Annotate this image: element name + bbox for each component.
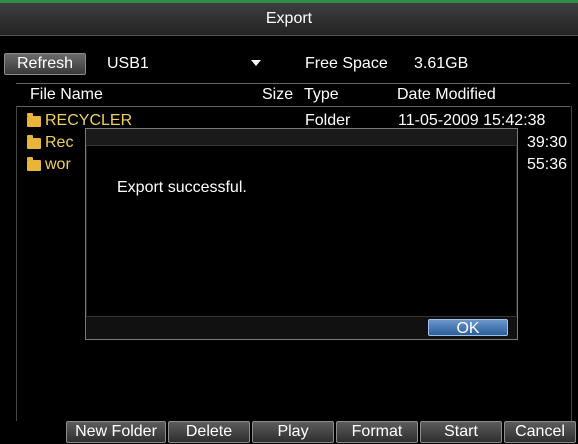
cancel-button[interactable]: Cancel bbox=[504, 421, 576, 443]
start-button[interactable]: Start bbox=[420, 421, 502, 443]
file-date: 39:30 bbox=[527, 134, 568, 151]
new-folder-button[interactable]: New Folder bbox=[66, 421, 166, 443]
column-header-date-modified[interactable]: Date Modified bbox=[397, 84, 496, 106]
folder-icon bbox=[27, 135, 41, 149]
dialog-footer: OK bbox=[86, 316, 517, 339]
export-window: Export Refresh USB1 Free Space 3.61GB Fi… bbox=[0, 0, 578, 443]
refresh-button[interactable]: Refresh bbox=[4, 53, 86, 75]
delete-button[interactable]: Delete bbox=[168, 421, 250, 443]
ok-button[interactable]: OK bbox=[428, 319, 508, 337]
file-date: 55:36 bbox=[527, 156, 568, 173]
file-list-header: File Name Size Type Date Modified bbox=[16, 83, 570, 107]
folder-icon bbox=[27, 157, 41, 171]
dialog-title-bar bbox=[86, 129, 517, 146]
chevron-down-icon bbox=[251, 60, 261, 66]
file-name: wor bbox=[45, 156, 71, 173]
device-select[interactable]: USB1 bbox=[95, 53, 271, 75]
play-button[interactable]: Play bbox=[252, 421, 334, 443]
column-header-file-name[interactable]: File Name bbox=[30, 84, 103, 106]
device-select-value: USB1 bbox=[107, 55, 149, 72]
message-dialog: Export successful. OK bbox=[85, 128, 518, 340]
dialog-message: Export successful. bbox=[117, 179, 247, 196]
window-title: Export bbox=[0, 3, 578, 36]
file-name: Rec bbox=[45, 134, 74, 151]
free-space-label: Free Space bbox=[305, 55, 388, 72]
folder-icon bbox=[27, 113, 41, 127]
format-button[interactable]: Format bbox=[336, 421, 418, 443]
column-header-type[interactable]: Type bbox=[304, 84, 339, 106]
column-header-size[interactable]: Size bbox=[262, 84, 293, 106]
free-space-value: 3.61GB bbox=[414, 55, 469, 72]
